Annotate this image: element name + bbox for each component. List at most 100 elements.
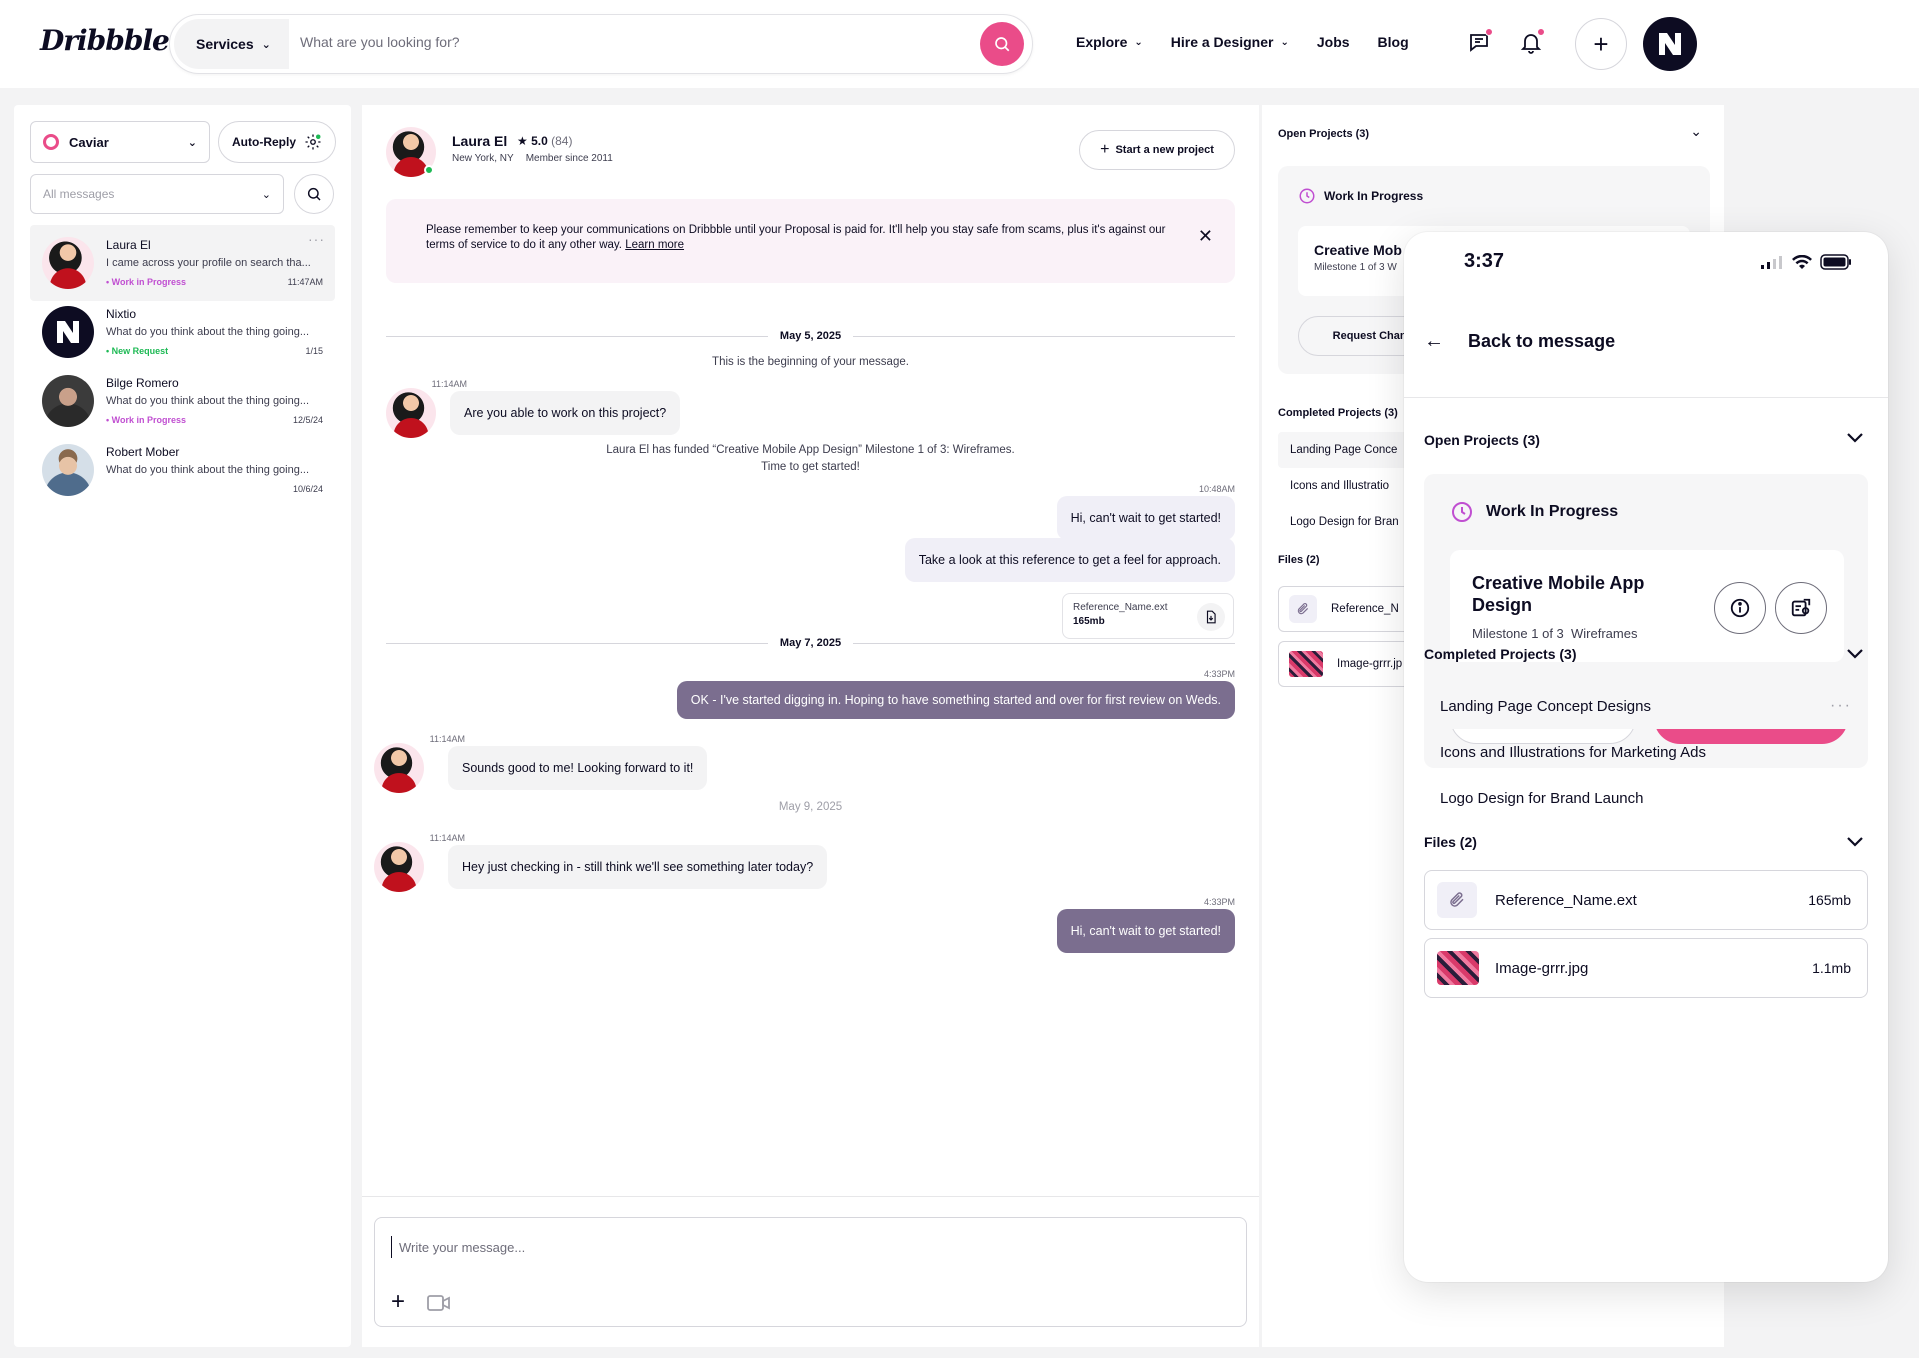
file-size: 165mb (1808, 892, 1851, 908)
conversation-search-button[interactable] (294, 174, 334, 214)
search-icon (995, 37, 1010, 52)
video-call-button[interactable] (427, 1294, 451, 1317)
create-button[interactable]: + (1575, 18, 1627, 70)
conversation-time: 11:47AM (287, 277, 323, 287)
file-item[interactable]: Image-grrr.jpg 1.1mb (1424, 938, 1868, 998)
conversation-sidebar: Caviar ⌄ Auto-Reply All messages ⌄ Laura… (14, 105, 351, 1347)
notifications-button[interactable] (1515, 26, 1547, 58)
avatar (386, 388, 436, 438)
workspace-label: Caviar (69, 134, 109, 150)
conversation-time: 10/6/24 (292, 484, 323, 494)
date-label: May 5, 2025 (779, 330, 842, 342)
date-label: May 9, 2025 (778, 801, 843, 813)
message-bubble: OK - I've started digging in. Hoping to … (676, 681, 1235, 719)
conversation-time: 12/5/24 (292, 415, 323, 425)
conversation-item-robert[interactable]: Robert Mober What do you think about the… (30, 432, 335, 508)
avatar (42, 444, 94, 496)
nav-explore[interactable]: Explore ⌄ (1076, 34, 1143, 50)
more-options-icon[interactable]: ··· (308, 231, 325, 247)
search-category-select[interactable]: Services ⌄ (174, 19, 289, 69)
conversation-preview: What do you think about the thing going.… (106, 395, 310, 407)
chevron-down-icon[interactable] (1846, 430, 1864, 448)
back-to-message-button[interactable]: ← Back to message (1424, 330, 1615, 353)
clock-icon (1299, 188, 1315, 204)
project-invoice-button[interactable] (1775, 582, 1827, 634)
system-message: Time to get started! (761, 461, 860, 473)
nav-hire-designer[interactable]: Hire a Designer ⌄ (1171, 34, 1289, 50)
conversation-item-laura[interactable]: Laura El ··· I came across your profile … (30, 225, 335, 301)
chevron-down-icon[interactable]: ⌄ (1690, 123, 1702, 140)
video-icon (427, 1295, 450, 1311)
nav-hire-label: Hire a Designer (1170, 34, 1274, 50)
avatar (42, 375, 94, 427)
nav-blog[interactable]: Blog (1378, 34, 1409, 50)
mobile-project-view: 3:37 ← Back to message Open Projects (3)… (1404, 232, 1888, 1282)
completed-project-item[interactable]: Landing Page Concept Designs ··· (1424, 683, 1868, 729)
project-milestone: Milestone 1 of 3 Wireframes (1472, 626, 1638, 641)
search-input[interactable]: What are you looking for? (300, 34, 460, 50)
wip-text: Work In Progress (1324, 189, 1424, 203)
gear-icon (305, 134, 321, 150)
avatar (42, 237, 94, 289)
user-avatar[interactable] (1643, 17, 1697, 71)
conversation-item-bilge[interactable]: Bilge Romero What do you think about the… (30, 363, 335, 439)
open-projects-title: Open Projects (3) (1278, 128, 1370, 140)
message-filter-select[interactable]: All messages ⌄ (30, 174, 284, 214)
conversation-preview: What do you think about the thing going.… (106, 464, 310, 476)
message-bubble: Hi, can't wait to get started! (1056, 496, 1235, 540)
conversation-item-nixtio[interactable]: Nixtio What do you think about the thing… (30, 294, 335, 370)
download-button[interactable] (1197, 603, 1225, 631)
contact-location: New York, NY (452, 153, 514, 164)
workspace-select[interactable]: Caviar ⌄ (30, 121, 210, 163)
chevron-down-icon: ⌄ (187, 136, 197, 149)
receipt-icon (1791, 598, 1811, 617)
completed-project-item[interactable]: Logo Design for Brand Launch (1424, 775, 1868, 821)
nav-jobs-label: Jobs (1316, 34, 1350, 50)
status-badge: • Work in Progress (106, 415, 187, 425)
conversation-preview: What do you think about the thing going.… (106, 326, 310, 338)
nixtio-logo-icon (1659, 33, 1681, 55)
date-label: May 7, 2025 (779, 637, 842, 649)
search-button[interactable] (980, 22, 1024, 66)
close-icon[interactable]: ✕ (1198, 227, 1213, 245)
rating-value: 5.0 (531, 134, 548, 148)
divider (1404, 397, 1888, 398)
file-name: Image-grrr.jp (1337, 658, 1403, 670)
back-arrow-icon: ← (1424, 330, 1444, 352)
auto-reply-button[interactable]: Auto-Reply (218, 121, 336, 163)
dribbble-logo[interactable]: Dribbble (40, 24, 170, 57)
start-new-project-button[interactable]: + Start a new project (1079, 130, 1235, 170)
message-input[interactable]: Write your message... + (374, 1217, 1247, 1327)
messages-button[interactable] (1463, 26, 1495, 58)
project-info-button[interactable] (1714, 582, 1766, 634)
top-navigation: Dribbble Services ⌄ What are you looking… (0, 0, 1919, 88)
notice-text: Please remember to keep your communicati… (426, 224, 1166, 251)
message-time: 4:33PM (1203, 669, 1235, 679)
completed-project-item[interactable]: Icons and Illustrations for Marketing Ad… (1424, 729, 1868, 775)
chevron-down-icon: ⌄ (1280, 36, 1289, 48)
status-badge: • Work in Progress (106, 277, 187, 287)
chevron-down-icon[interactable] (1846, 646, 1864, 664)
message-bubble: Sounds good to me! Looking forward to it… (448, 746, 708, 790)
contact-rating: ★ 5.0 (84) (517, 134, 573, 148)
plus-icon[interactable]: + (391, 1288, 405, 1316)
chevron-down-icon[interactable] (1846, 834, 1864, 852)
status-bar-icons (1760, 254, 1852, 270)
conversation-name: Bilge Romero (106, 376, 179, 390)
chevron-down-icon: ⌄ (1134, 36, 1143, 48)
rating-count: (84) (551, 134, 573, 148)
file-attachment[interactable]: Reference_Name.ext 165mb (1062, 593, 1234, 639)
more-options-icon[interactable]: ··· (1830, 697, 1852, 715)
contact-name[interactable]: Laura El (452, 133, 507, 149)
file-item[interactable]: Reference_Name.ext 165mb (1424, 870, 1868, 930)
nixtio-logo-icon (57, 321, 79, 343)
nav-jobs[interactable]: Jobs (1317, 34, 1350, 50)
back-label: Back to message (1468, 331, 1616, 351)
clock-icon (1452, 502, 1472, 522)
learn-more-link[interactable]: Learn more (625, 239, 684, 251)
workspace-icon (43, 134, 59, 150)
message-time: 4:33PM (1203, 897, 1235, 907)
project-title: Creative Mobile App Design (1472, 573, 1645, 615)
chevron-down-icon: ⌄ (261, 188, 271, 201)
paperclip-icon (1289, 595, 1317, 623)
